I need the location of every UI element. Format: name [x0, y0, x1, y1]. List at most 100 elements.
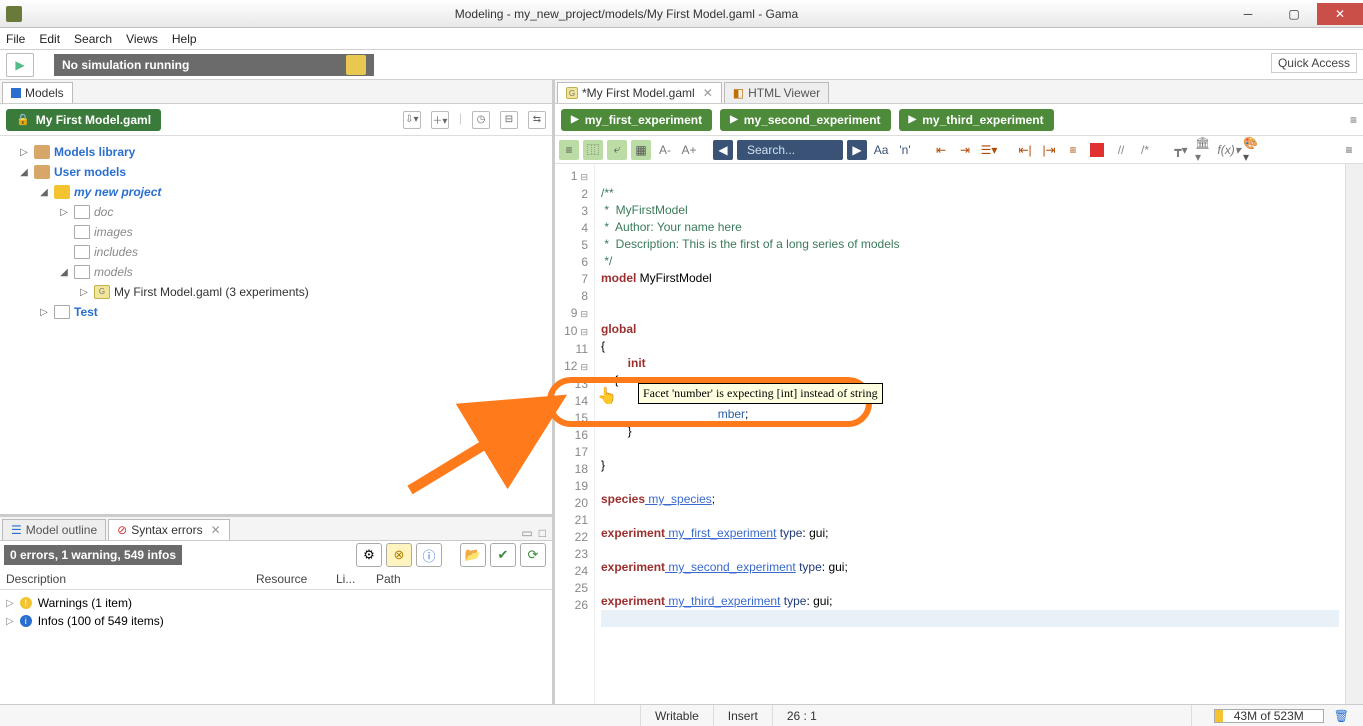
- timer-icon[interactable]: ◷: [472, 111, 490, 129]
- menu-help[interactable]: Help: [172, 32, 197, 46]
- maximize-button[interactable]: ▢: [1271, 3, 1317, 25]
- project-tree[interactable]: ▷Models library ◢User models ◢my new pro…: [0, 136, 552, 514]
- tree-includes[interactable]: includes: [94, 245, 138, 259]
- navigator-header: 🔒 My First Model.gaml ⇩▾ ＋▾ | ◷ ⊟ ⇆: [0, 104, 552, 136]
- import-icon[interactable]: ⇩▾: [403, 111, 421, 129]
- case-icon[interactable]: Aa: [871, 140, 891, 160]
- simulation-status: No simulation running: [54, 54, 374, 76]
- list-icon[interactable]: ☰▾: [979, 140, 999, 160]
- check-icon[interactable]: ✔: [490, 543, 516, 567]
- search-input[interactable]: Search...: [737, 140, 843, 160]
- infos-group[interactable]: ▷iInfos (100 of 549 items): [6, 612, 546, 630]
- window-titlebar: Modeling - my_new_project/models/My Firs…: [0, 0, 1363, 28]
- refresh-check-icon[interactable]: ⟳: [520, 543, 546, 567]
- cursor-icon: 👆: [597, 388, 617, 405]
- gaml-file-icon: G: [94, 285, 110, 299]
- box-icon[interactable]: ▦: [631, 140, 651, 160]
- experiment-bar: my_first_experiment my_second_experiment…: [555, 104, 1363, 136]
- format-icon[interactable]: ≡: [1063, 140, 1083, 160]
- gaml-file-icon: G: [566, 87, 578, 99]
- menu-edit[interactable]: Edit: [39, 32, 60, 46]
- templates-icon[interactable]: ┳▾: [1171, 140, 1191, 160]
- search-back-icon[interactable]: ◀: [713, 140, 733, 160]
- window-title: Modeling - my_new_project/models/My Firs…: [28, 7, 1225, 21]
- tab-models[interactable]: Models: [2, 82, 73, 103]
- menu-search[interactable]: Search: [74, 32, 112, 46]
- tree-doc[interactable]: doc: [94, 205, 113, 219]
- status-writable: Writable: [640, 705, 713, 726]
- folder-icon: [74, 265, 90, 279]
- minimize-button[interactable]: ─: [1225, 3, 1271, 25]
- comment-block-icon[interactable]: /*: [1135, 140, 1155, 160]
- tree-test[interactable]: Test: [74, 305, 98, 319]
- tree-project[interactable]: my new project: [74, 185, 161, 199]
- line-numbers-icon[interactable]: ≡: [559, 140, 579, 160]
- tree-gaml-file[interactable]: My First Model.gaml (3 experiments): [114, 285, 309, 299]
- warnings-group[interactable]: ▷!Warnings (1 item): [6, 594, 546, 612]
- close-button[interactable]: ✕: [1317, 3, 1363, 25]
- outdent-icon[interactable]: ⇤|: [1015, 140, 1035, 160]
- font-decrease-icon[interactable]: A-: [655, 140, 675, 160]
- close-icon[interactable]: ✕: [703, 86, 713, 100]
- builtins-icon[interactable]: 🏛▾: [1195, 140, 1215, 160]
- folder-icon: [34, 165, 50, 179]
- tree-user-models[interactable]: User models: [54, 165, 126, 179]
- maximize-view-icon[interactable]: □: [539, 526, 546, 540]
- color-icon[interactable]: [1087, 140, 1107, 160]
- folder-icon: [54, 305, 70, 319]
- close-icon[interactable]: ✕: [211, 523, 221, 537]
- minimize-view-icon[interactable]: ▭: [521, 526, 532, 540]
- shift-right-icon[interactable]: ⇥: [955, 140, 975, 160]
- folding-icon[interactable]: ⿲: [583, 140, 603, 160]
- folder-open-icon[interactable]: 📂: [460, 543, 486, 567]
- code-area[interactable]: /** * MyFirstModel * Author: Your name h…: [595, 164, 1345, 704]
- tab-syntax-errors[interactable]: ⊘ Syntax errors ✕: [108, 519, 229, 540]
- warning-filter-icon[interactable]: ⊗: [386, 543, 412, 567]
- search-fwd-icon[interactable]: ▶: [847, 140, 867, 160]
- menubar: File Edit Search Views Help: [0, 28, 1363, 50]
- menu-views[interactable]: Views: [126, 32, 158, 46]
- status-cursor-pos: 26 : 1: [772, 705, 831, 726]
- tree-images[interactable]: images: [94, 225, 133, 239]
- run-experiment-3[interactable]: my_third_experiment: [899, 109, 1054, 131]
- memory-bar[interactable]: 43M of 523M: [1214, 709, 1324, 723]
- collapse-icon[interactable]: ⊟: [500, 111, 518, 129]
- gc-trash-icon[interactable]: 🗑: [1334, 709, 1349, 723]
- run-experiment-2[interactable]: my_second_experiment: [720, 109, 890, 131]
- separator: |: [459, 111, 462, 129]
- folder-icon: [11, 88, 21, 98]
- comment-line-icon[interactable]: //: [1111, 140, 1131, 160]
- link-icon[interactable]: ⇆: [528, 111, 546, 129]
- operators-icon[interactable]: f(x)▾: [1219, 140, 1239, 160]
- info-filter-icon[interactable]: ⓘ: [416, 543, 442, 567]
- tree-models-folder[interactable]: models: [94, 265, 133, 279]
- code-editor[interactable]: 1⊟2345 6789⊟10⊟ 1112⊟131415 1617181920 2…: [555, 164, 1363, 704]
- settings-icon[interactable]: ⚙: [356, 543, 382, 567]
- view-menu-icon[interactable]: ≡: [1339, 140, 1359, 160]
- errors-summary: 0 errors, 1 warning, 549 infos: [4, 545, 182, 565]
- tab-html-viewer[interactable]: ◧ HTML Viewer: [724, 82, 829, 103]
- colors-icon[interactable]: 🎨▾: [1243, 140, 1263, 160]
- run-experiment-1[interactable]: my_first_experiment: [561, 109, 712, 131]
- run-button[interactable]: ▶: [6, 53, 34, 77]
- word-icon[interactable]: 'n': [895, 140, 915, 160]
- shift-left-icon[interactable]: ⇤: [931, 140, 951, 160]
- font-increase-icon[interactable]: A+: [679, 140, 699, 160]
- current-file-pill[interactable]: 🔒 My First Model.gaml: [6, 109, 161, 131]
- indent-icon[interactable]: |⇥: [1039, 140, 1059, 160]
- tab-model-outline[interactable]: ☰ Model outline: [2, 519, 106, 540]
- edit-icon[interactable]: [346, 55, 366, 75]
- gutter[interactable]: 1⊟2345 6789⊟10⊟ 1112⊟131415 1617181920 2…: [555, 164, 595, 704]
- view-menu-icon[interactable]: ≡: [1350, 113, 1357, 127]
- new-icon[interactable]: ＋▾: [431, 111, 449, 129]
- main-toolbar: ▶ No simulation running Quick Access: [0, 50, 1363, 80]
- menu-file[interactable]: File: [6, 32, 25, 46]
- wrap-icon[interactable]: ⤶: [607, 140, 627, 160]
- html-icon: ◧: [733, 86, 744, 100]
- editor-toolbar: ≡ ⿲ ⤶ ▦ A- A+ ◀ Search... ▶ Aa 'n' ⇤ ⇥ ☰…: [555, 136, 1363, 164]
- statusbar: Writable Insert 26 : 1 43M of 523M 🗑: [0, 704, 1363, 726]
- overview-ruler[interactable]: [1345, 164, 1363, 704]
- quick-access-button[interactable]: Quick Access: [1271, 53, 1357, 73]
- tree-models-library[interactable]: Models library: [54, 145, 135, 159]
- tab-editor-gaml[interactable]: G *My First Model.gaml ✕: [557, 82, 722, 103]
